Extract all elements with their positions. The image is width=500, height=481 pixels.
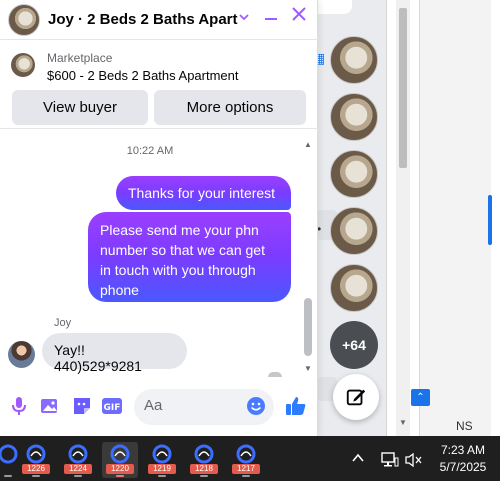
chevron-up-icon[interactable]: ⌃ xyxy=(411,389,430,406)
chat-head-avatar[interactable] xyxy=(330,207,378,255)
app-indicator xyxy=(242,475,250,477)
scrollbar-thumb[interactable] xyxy=(304,298,312,356)
minimize-icon[interactable] xyxy=(265,18,277,20)
sender-avatar[interactable] xyxy=(8,341,35,368)
more-chats-button[interactable]: +64 xyxy=(330,321,378,369)
view-buyer-button[interactable]: View buyer xyxy=(12,90,148,125)
chevron-down-icon[interactable] xyxy=(238,10,250,26)
app-badge: 1220 xyxy=(106,464,134,474)
scroll-down-arrow-icon[interactable]: ▼ xyxy=(304,364,312,373)
app-badge: 1224 xyxy=(64,464,92,474)
app-logo-icon xyxy=(236,444,256,464)
marketplace-item-card: Marketplace $600 - 2 Beds 2 Baths Apartm… xyxy=(0,41,318,129)
compose-icon xyxy=(346,389,366,406)
more-options-button[interactable]: More options xyxy=(154,90,306,125)
chat-heads: +64 xyxy=(330,36,382,369)
clock-time: 7:23 AM xyxy=(440,443,486,457)
volume-muted-icon[interactable] xyxy=(405,452,422,468)
app-logo-icon xyxy=(0,444,18,464)
chevron-up-icon[interactable] xyxy=(352,450,364,466)
avatar[interactable] xyxy=(8,3,40,36)
outgoing-message[interactable]: Please send me your phn number so that w… xyxy=(88,212,291,302)
app-badge: 1219 xyxy=(148,464,176,474)
sticker-icon[interactable] xyxy=(70,394,94,418)
app-indicator xyxy=(158,475,166,477)
incoming-message[interactable]: Yay!! 440)529*9281 xyxy=(42,333,187,374)
chat-head-avatar[interactable] xyxy=(330,264,378,312)
app-logo-icon xyxy=(68,444,88,464)
taskbar-app[interactable]: 1219 xyxy=(144,442,180,478)
chat-title[interactable]: Joy · 2 Beds 2 Baths Apart·· xyxy=(48,11,238,28)
message-timestamp: 10:22 AM xyxy=(126,145,174,157)
message-input-box[interactable] xyxy=(134,389,274,425)
app-indicator xyxy=(32,475,40,477)
gif-icon[interactable]: GIF xyxy=(100,394,124,418)
outgoing-message[interactable]: Thanks for your interest xyxy=(116,176,291,210)
selection-marker xyxy=(488,195,492,245)
emoji-icon[interactable] xyxy=(246,396,268,418)
scroll-down-arrow-icon[interactable]: ▼ xyxy=(399,418,407,427)
app-badge: 1217 xyxy=(232,464,260,474)
scrollbar-thumb[interactable] xyxy=(399,8,407,168)
taskbar-app-active[interactable]: 1220 xyxy=(102,442,138,478)
system-clock[interactable]: 7:23 AM 5/7/2025 xyxy=(432,442,494,476)
app-logo-icon xyxy=(26,444,46,464)
network-icon[interactable] xyxy=(381,452,399,467)
side-window-text: NS xyxy=(456,419,473,433)
like-icon[interactable] xyxy=(284,394,308,418)
sender-name: Joy xyxy=(54,317,72,329)
item-title[interactable]: $600 - 2 Beds 2 Baths Apartment xyxy=(47,68,239,83)
app-logo-icon xyxy=(194,444,214,464)
scroll-up-arrow-icon[interactable]: ▲ xyxy=(304,140,312,149)
item-thumbnail[interactable] xyxy=(11,53,35,77)
message-input[interactable] xyxy=(144,397,244,414)
clock-date: 5/7/2025 xyxy=(439,460,487,474)
new-message-button[interactable] xyxy=(333,374,379,420)
app-indicator xyxy=(74,475,82,477)
chat-scrollbar[interactable]: ▲ ▼ xyxy=(302,140,314,373)
app-indicator xyxy=(116,475,124,477)
photo-icon[interactable] xyxy=(38,394,62,418)
close-icon[interactable] xyxy=(291,6,307,26)
window-scrollbar[interactable]: ▼ xyxy=(396,0,410,436)
marketplace-label: Marketplace xyxy=(47,51,113,65)
message-list: 10:22 AM Thanks for your interest Please… xyxy=(0,130,318,376)
app-indicator xyxy=(4,475,12,477)
composer: GIF xyxy=(0,378,318,436)
app-indicator xyxy=(200,475,208,477)
app-badge: 1218 xyxy=(190,464,218,474)
app-badge: 1226 xyxy=(22,464,50,474)
taskbar-app[interactable]: 1226 xyxy=(18,442,54,478)
taskbar-app[interactable]: 1217 xyxy=(228,442,264,478)
app-logo-icon xyxy=(110,444,130,464)
seen-indicator xyxy=(268,372,282,377)
app-logo-icon xyxy=(152,444,172,464)
chat-header: Joy · 2 Beds 2 Baths Apart·· xyxy=(0,0,318,40)
taskbar-app[interactable]: 1218 xyxy=(186,442,222,478)
chat-head-avatar[interactable] xyxy=(330,36,378,84)
chat-window: Joy · 2 Beds 2 Baths Apart·· Marketplace… xyxy=(0,0,318,436)
taskbar-app[interactable]: 1224 xyxy=(60,442,96,478)
chat-head-avatar[interactable] xyxy=(330,150,378,198)
microphone-icon[interactable] xyxy=(7,394,31,418)
svg-text:GIF: GIF xyxy=(104,403,121,413)
chat-head-avatar[interactable] xyxy=(330,93,378,141)
taskbar: 1226 1224 1220 1219 1218 1217 xyxy=(0,436,500,481)
